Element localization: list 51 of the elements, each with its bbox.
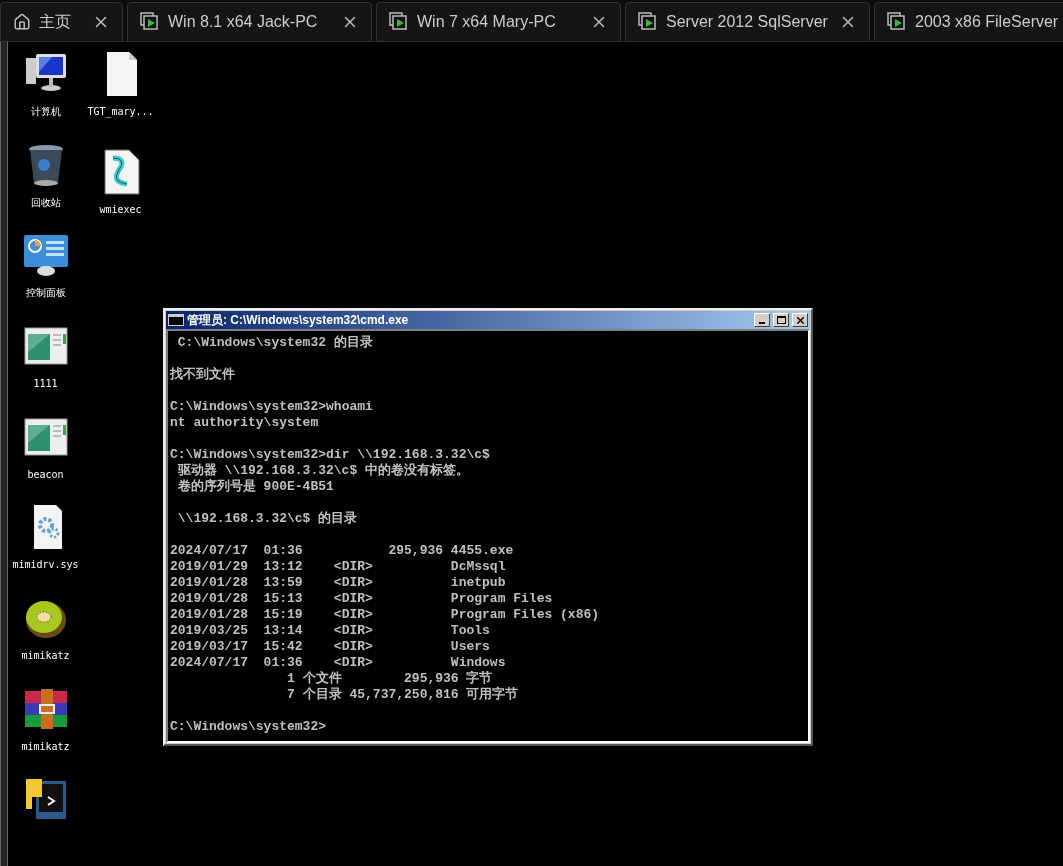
tab-label: Win 7 x64 Mary-PC: [417, 12, 557, 32]
console-line: 2019/01/28 13:59 <DIR> inetpub: [170, 575, 507, 591]
vm-play-icon: [887, 12, 907, 32]
console-line: C:\Windows\system32 的目录: [176, 335, 374, 351]
console-line: 卷的序列号是 900E-4B51: [176, 479, 335, 495]
console-line: 2019/01/29 13:12 <DIR> DcMssql: [170, 559, 507, 575]
console-line: \\192.168.3.32\c$ 的目录: [176, 511, 359, 527]
vm-play-icon: [140, 12, 160, 32]
tab[interactable]: 主页: [0, 2, 123, 42]
console-line: C:\Windows\system32>: [170, 719, 328, 735]
home-icon: [13, 13, 31, 31]
close-button[interactable]: [792, 313, 808, 327]
tab-label: 2003 x86 FileServer: [915, 12, 1060, 32]
console-line: 1 个文件 295,936 字节: [286, 671, 494, 686]
minimize-button[interactable]: [754, 313, 770, 327]
console-line: 7 个目录 45,737,250,816 可用字节: [286, 687, 520, 703]
desktop-icon-label[interactable]: TGT_mary...: [87, 104, 154, 119]
console-line: C:\Windows\system32>whoami: [170, 399, 374, 415]
maximize-button[interactable]: [773, 313, 789, 327]
desktop-icon-label[interactable]: mimikatz: [21, 738, 70, 754]
console-line: 2019/03/17 15:42 <DIR> Users: [170, 639, 491, 655]
tab[interactable]: Server 2012 SqlServer: [625, 2, 870, 42]
vm-play-icon: [638, 12, 658, 32]
desktop-icon-label[interactable]: beacon: [27, 466, 64, 482]
window-title: 管理员: C:\Windows\system32\cmd.exe: [187, 312, 410, 329]
desktop-icon-label[interactable]: mimidrv.sys: [12, 557, 79, 573]
desktop-icon-label[interactable]: 计算机: [30, 104, 61, 119]
close-icon: [794, 314, 806, 326]
console-line: nt authority\system: [170, 415, 320, 431]
desktop-icon-label[interactable]: 回收站: [30, 194, 61, 210]
console-icon: [168, 314, 184, 326]
desktop-icon-label[interactable]: mimikatz: [21, 648, 70, 664]
tab[interactable]: 2003 x86 FileServer: [874, 2, 1063, 42]
console-line: 2019/01/28 15:19 <DIR> Program Files (x86): [170, 607, 601, 623]
vm-play-icon: [389, 12, 409, 32]
tab-label: Win 8.1 x64 Jack-PC: [168, 12, 319, 32]
tab-label: 主页: [39, 12, 72, 32]
console-line: 驱动器 \\192.168.3.32\c$ 中的卷没有标签。: [176, 463, 471, 478]
desktop-icon-label[interactable]: 控制面板: [25, 285, 66, 301]
console-line: 找不到文件: [170, 367, 236, 383]
tab[interactable]: Win 8.1 x64 Jack-PC: [127, 2, 372, 42]
console-line: 2019/01/28 15:13 <DIR> Program Files: [170, 591, 554, 607]
console-line: 2019/03/25 13:14 <DIR> Tools: [170, 623, 491, 639]
desktop-icon-label[interactable]: wmiexec: [99, 202, 142, 217]
console-line: 2024/07/17 01:36 295,936 4455.exe: [170, 543, 515, 559]
console-line: 2024/07/17 01:36 <DIR> Windows: [170, 655, 507, 670]
tab[interactable]: Win 7 x64 Mary-PC: [376, 2, 621, 42]
console-line: C:\Windows\system32>dir \\192.168.3.32\c$: [170, 447, 491, 463]
tab-label: Server 2012 SqlServer: [666, 12, 829, 32]
scrollbar[interactable]: [0, 42, 8, 866]
desktop-icon-label[interactable]: 1111: [33, 376, 58, 391]
